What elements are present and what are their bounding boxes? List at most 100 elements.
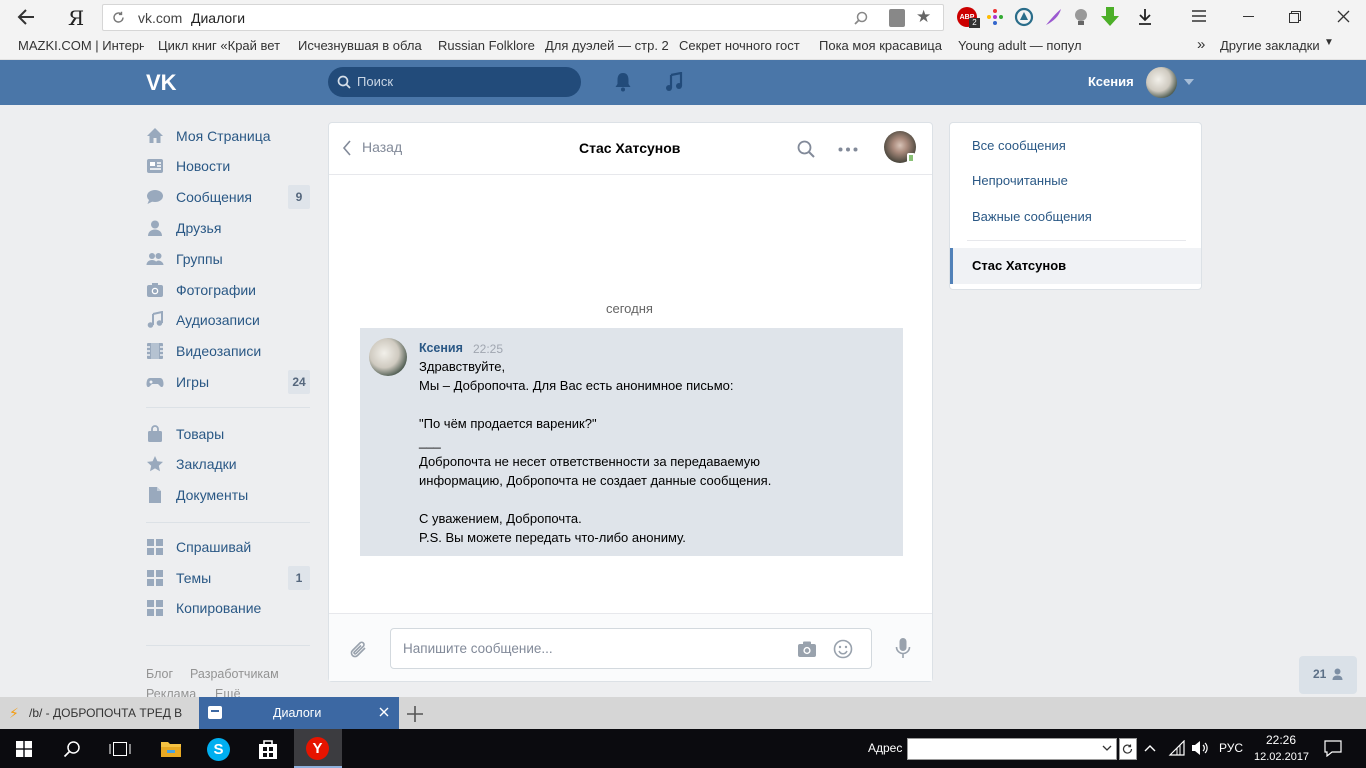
bookmark-star-icon[interactable]: ★ — [916, 7, 931, 27]
wifi-icon[interactable] — [1168, 740, 1186, 756]
search-input[interactable]: Поиск — [328, 67, 581, 97]
store-icon[interactable] — [257, 738, 279, 760]
feather-extension-icon[interactable] — [1043, 7, 1063, 27]
other-bookmarks-chevron-icon[interactable]: ▼ — [1324, 37, 1334, 48]
notifications-icon[interactable] — [1324, 740, 1342, 757]
task-view-icon[interactable] — [109, 741, 131, 757]
file-explorer-icon[interactable] — [160, 739, 182, 759]
back-arrow-icon[interactable] — [16, 8, 36, 26]
menu-item-copy[interactable]: Копирование — [146, 594, 310, 622]
menu-item-groups[interactable]: Группы — [146, 245, 310, 273]
more-options-icon[interactable] — [838, 147, 858, 152]
browser-tab[interactable]: ⚡ /b/ - ДОБРОПОЧТА ТРЕД В — [0, 697, 199, 729]
header-user-name[interactable]: Ксения — [1088, 74, 1134, 89]
bell-icon[interactable] — [614, 72, 632, 92]
address-toolbar-input[interactable] — [907, 738, 1117, 760]
bookmark-item[interactable]: Пока моя красавица — [819, 38, 943, 53]
message-author[interactable]: Ксения — [419, 341, 463, 355]
restore-icon[interactable] — [1289, 11, 1301, 23]
menu-item-friends[interactable]: Друзья — [146, 214, 310, 242]
paperclip-icon[interactable] — [349, 640, 369, 660]
yandex-browser-taskbar-item[interactable]: Y — [294, 729, 342, 768]
new-tab-icon[interactable] — [406, 705, 424, 723]
close-window-icon[interactable] — [1337, 10, 1350, 23]
clock-date[interactable]: 12.02.2017 — [1254, 751, 1309, 763]
address-go-icon[interactable] — [1119, 738, 1137, 760]
menu-item-goods[interactable]: Товары — [146, 420, 310, 448]
footer-link-blog[interactable]: Блог — [146, 667, 173, 681]
windows-taskbar: S Y Адрес РУС 22:26 12.02.2017 — [0, 729, 1366, 768]
clock-time[interactable]: 22:26 — [1266, 733, 1296, 747]
back-chevron-icon[interactable] — [342, 140, 352, 156]
message-input[interactable]: Напишите сообщение... — [390, 628, 872, 669]
person-icon — [146, 219, 164, 237]
svg-text:VK: VK — [146, 71, 177, 93]
yandex-logo[interactable]: Я — [68, 6, 84, 30]
gamepad-icon — [146, 373, 164, 391]
other-bookmarks[interactable]: Другие закладки — [1220, 38, 1320, 53]
message-author-avatar[interactable] — [369, 338, 407, 376]
menu-item-video[interactable]: Видеозаписи — [146, 337, 310, 365]
tray-chevron-up-icon[interactable] — [1144, 744, 1156, 752]
menu-item-topics[interactable]: Темы 1 — [146, 564, 310, 592]
minimize-icon[interactable] — [1243, 16, 1254, 17]
taskbar-search-icon[interactable] — [63, 740, 81, 758]
lock-icon[interactable] — [889, 9, 905, 27]
skype-icon[interactable]: S — [207, 738, 230, 761]
menu-item-audio[interactable]: Аудиозаписи — [146, 306, 310, 334]
menu-item-ask[interactable]: Спрашивай — [146, 533, 310, 561]
header-avatar[interactable] — [1146, 67, 1177, 98]
active-dialog-name: Стас Хатсунов — [972, 258, 1067, 273]
keyboard-language[interactable]: РУС — [1219, 741, 1243, 755]
bookmark-item[interactable]: MAZKI.COM | Интерн — [18, 38, 144, 53]
address-bar[interactable]: vk.com Диалоги ★ — [102, 4, 944, 31]
menu-item-label: Копирование — [176, 600, 262, 616]
triangle-extension-icon[interactable] — [1014, 7, 1034, 27]
address-dropdown-chevron-icon[interactable] — [1102, 745, 1112, 751]
music-icon[interactable] — [665, 72, 683, 92]
online-friends-widget[interactable]: 21 — [1299, 656, 1357, 694]
bookmark-item[interactable]: Секрет ночного гост — [679, 38, 805, 53]
bookmark-item[interactable]: Для дуэлей — стр. 2 — [545, 38, 671, 53]
emoji-icon[interactable] — [833, 639, 853, 659]
filter-unread[interactable]: Непрочитанные — [972, 173, 1068, 188]
lightbulb-extension-icon[interactable] — [1072, 7, 1090, 27]
download-green-icon[interactable] — [1100, 6, 1120, 28]
menu-icon[interactable] — [1192, 10, 1206, 22]
dialog-title[interactable]: Стас Хатсунов — [579, 140, 680, 156]
header-chevron-down-icon[interactable] — [1184, 79, 1194, 85]
reload-icon[interactable] — [112, 11, 125, 24]
menu-item-news[interactable]: Новости — [146, 152, 310, 180]
footer-link-developers[interactable]: Разработчикам — [190, 667, 279, 681]
downloads-icon[interactable] — [1137, 8, 1153, 26]
page-search-icon[interactable] — [853, 10, 869, 26]
message-input-placeholder: Напишите сообщение... — [403, 641, 553, 656]
menu-item-bookmarks[interactable]: Закладки — [146, 450, 310, 478]
windows-start-icon[interactable] — [16, 741, 32, 757]
filter-important[interactable]: Важные сообщения — [972, 209, 1092, 224]
back-button[interactable]: Назад — [362, 139, 402, 155]
message-item[interactable]: Ксения 22:25 Здравствуйте, Мы – Добропоч… — [360, 328, 903, 556]
bookmark-item[interactable]: Young adult — попул — [958, 38, 1084, 53]
browser-tab-active[interactable]: Диалоги — [199, 697, 399, 729]
camera-attach-icon[interactable] — [797, 640, 817, 658]
menu-item-label: Друзья — [176, 220, 222, 236]
menu-item-my-page[interactable]: Моя Страница — [146, 122, 310, 150]
bookmark-item[interactable]: Russian Folklore — [438, 38, 538, 53]
more-bookmarks-icon[interactable]: » — [1197, 36, 1205, 53]
search-in-dialog-icon[interactable] — [797, 140, 815, 158]
bookmark-item[interactable]: Исчезнувшая в обла — [298, 38, 424, 53]
message-line: Мы – Добропочта. Для Вас есть анонимное … — [419, 378, 734, 393]
menu-item-documents[interactable]: Документы — [146, 481, 310, 509]
microphone-icon[interactable] — [895, 637, 911, 659]
menu-item-photos[interactable]: Фотографии — [146, 276, 310, 304]
menu-item-games[interactable]: Игры 24 — [146, 368, 310, 396]
filter-all-messages[interactable]: Все сообщения — [972, 138, 1066, 153]
menu-item-messages[interactable]: Сообщения 9 — [146, 183, 310, 211]
vk-logo-icon[interactable]: VK — [146, 71, 182, 93]
dots-extension-icon[interactable] — [986, 8, 1004, 26]
volume-icon[interactable] — [1191, 740, 1209, 756]
close-tab-icon[interactable] — [379, 707, 389, 717]
bookmark-item[interactable]: Цикл книг «Край вет — [158, 38, 284, 53]
active-dialog-item[interactable]: Стас Хатсунов — [950, 248, 1201, 284]
